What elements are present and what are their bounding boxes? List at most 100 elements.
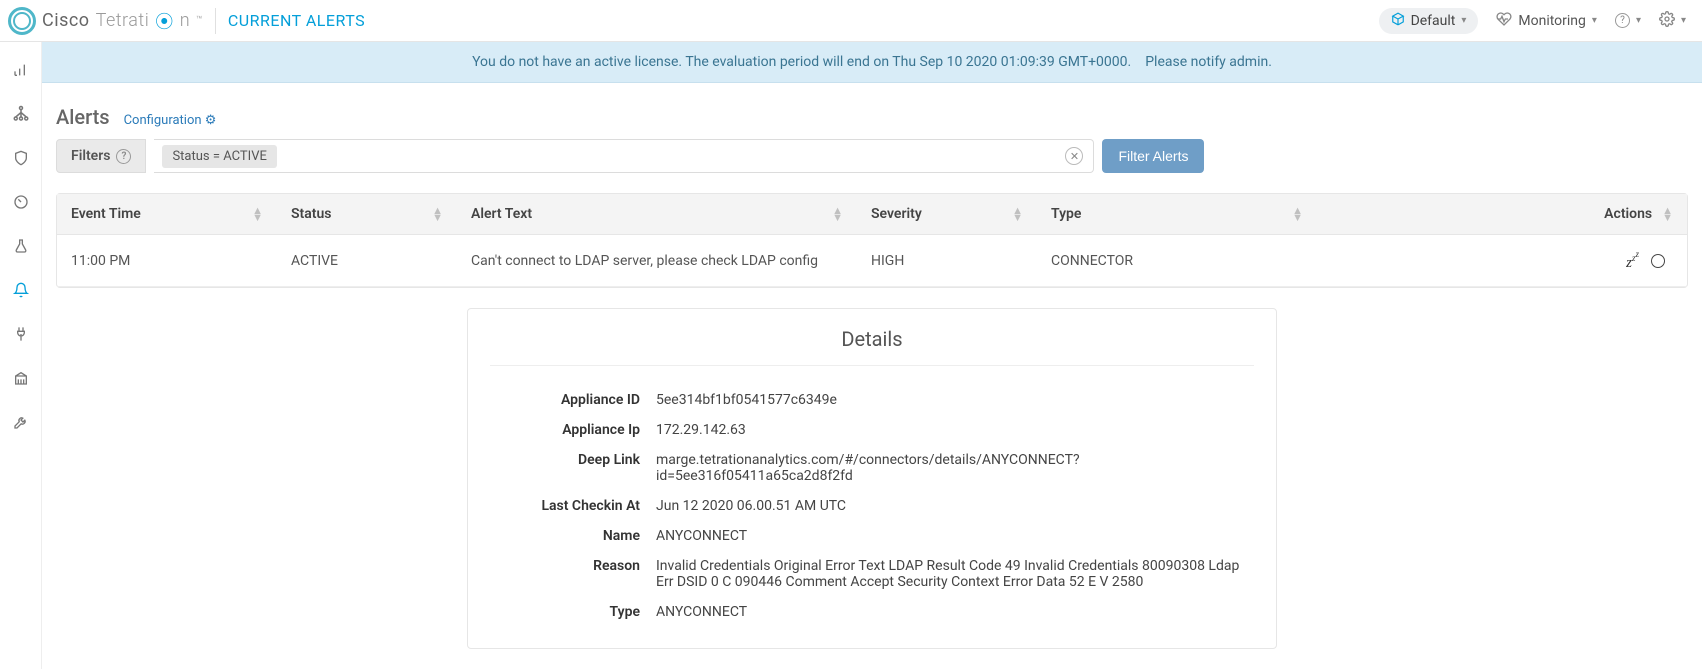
nav-security[interactable] xyxy=(11,148,31,168)
shell: You do not have an active license. The e… xyxy=(0,42,1702,669)
col-label: Event Time xyxy=(71,206,141,222)
lbl-last-checkin: Last Checkin At xyxy=(490,498,640,514)
filter-alerts-button[interactable]: Filter Alerts xyxy=(1102,139,1204,173)
separator xyxy=(215,8,216,34)
brand-text-2: Tetrati xyxy=(96,10,150,31)
brand-logo[interactable]: Cisco Tetrati⦿ n ™ xyxy=(8,7,203,35)
details-title: Details xyxy=(490,327,1254,366)
heartbeat-icon xyxy=(1496,11,1512,31)
cell-severity: HIGH xyxy=(857,239,1037,283)
exclude-icon[interactable] xyxy=(1651,254,1665,268)
cell-event-time: 11:00 PM xyxy=(57,239,277,283)
nav-lab[interactable] xyxy=(11,236,31,256)
content: You do not have an active license. The e… xyxy=(42,42,1702,669)
nav-connectors[interactable] xyxy=(11,324,31,344)
col-severity[interactable]: Severity ▲▼ xyxy=(857,194,1037,234)
sort-icon: ▲▼ xyxy=(832,207,843,221)
sort-icon: ▲▼ xyxy=(1012,207,1023,221)
scope-selector[interactable]: Default ▾ xyxy=(1379,8,1479,34)
col-type[interactable]: Type ▲▼ xyxy=(1037,194,1317,234)
license-notify: Please notify admin. xyxy=(1145,54,1272,70)
table-row[interactable]: 11:00 PM ACTIVE Can't connect to LDAP se… xyxy=(57,235,1687,287)
swirl-icon xyxy=(8,7,36,35)
col-label: Alert Text xyxy=(471,206,532,222)
sort-icon: ▲▼ xyxy=(432,207,443,221)
nav-inventory[interactable] xyxy=(11,368,31,388)
settings-menu[interactable]: ▾ xyxy=(1659,11,1686,31)
nav-dashboard[interactable] xyxy=(11,60,31,80)
col-status[interactable]: Status ▲▼ xyxy=(277,194,457,234)
val-last-checkin: Jun 12 2020 06.00.51 AM UTC xyxy=(656,498,1254,514)
help-icon: ? xyxy=(1615,13,1630,28)
col-label: Status xyxy=(291,206,331,222)
nav-maintenance[interactable] xyxy=(11,412,31,432)
col-label: Actions xyxy=(1604,206,1652,222)
val-appliance-id: 5ee314bf1bf0541577c6349e xyxy=(656,392,1254,408)
col-alert-text[interactable]: Alert Text ▲▼ xyxy=(457,194,857,234)
val-name: ANYCONNECT xyxy=(656,528,1254,544)
lbl-deep-link: Deep Link xyxy=(490,452,640,484)
scope-label: Default xyxy=(1411,13,1456,29)
topbar-left: Cisco Tetrati⦿ n ™ CURRENT ALERTS xyxy=(8,7,365,35)
filters-label: Filters ? xyxy=(56,139,146,173)
license-text: You do not have an active license. The e… xyxy=(472,54,1131,70)
brand-tm: ™ xyxy=(196,15,203,26)
brand-text-1: Cisco xyxy=(42,10,90,31)
sort-icon: ▲▼ xyxy=(252,207,263,221)
caret-down-icon: ▾ xyxy=(1592,15,1597,26)
caret-down-icon: ▾ xyxy=(1461,15,1466,26)
configuration-label: Configuration xyxy=(124,113,202,128)
alerts-table: Event Time ▲▼ Status ▲▼ Alert Text ▲▼ Sever… xyxy=(56,193,1688,288)
col-actions: Actions ▲▼ xyxy=(1317,194,1687,234)
val-reason: Invalid Credentials Original Error Text … xyxy=(656,558,1254,590)
brand-dot-icon: ⦿ xyxy=(155,8,174,34)
filters-row: Filters ? Status = ACTIVE ✕ Filter Alert… xyxy=(42,139,1702,183)
topbar-right: Default ▾ Monitoring ▾ ? ▾ ▾ xyxy=(1379,8,1686,34)
cell-status: ACTIVE xyxy=(277,239,457,283)
monitoring-label: Monitoring xyxy=(1518,13,1586,29)
nav-topology[interactable] xyxy=(11,104,31,124)
val-deep-link: marge.tetrationanalytics.com/#/connector… xyxy=(656,452,1254,484)
val-appliance-ip: 172.29.142.63 xyxy=(656,422,1254,438)
cell-type: CONNECTOR xyxy=(1037,239,1317,283)
gear-small-icon: ⚙ xyxy=(205,113,217,128)
col-label: Type xyxy=(1051,206,1081,222)
alerts-heading: Alerts xyxy=(56,105,110,129)
sidenav xyxy=(0,42,42,669)
filters-text: Filters xyxy=(71,148,110,164)
nav-alerts[interactable] xyxy=(11,280,31,300)
lbl-type: Type xyxy=(490,604,640,620)
help-icon[interactable]: ? xyxy=(116,149,131,164)
val-type: ANYCONNECT xyxy=(656,604,1254,620)
filter-chip-status[interactable]: Status = ACTIVE xyxy=(162,145,276,168)
lbl-reason: Reason xyxy=(490,558,640,590)
topbar: Cisco Tetrati⦿ n ™ CURRENT ALERTS Default ▾… xyxy=(0,0,1702,42)
col-label: Severity xyxy=(871,206,922,222)
caret-down-icon: ▾ xyxy=(1636,15,1641,26)
page-title: CURRENT ALERTS xyxy=(228,11,365,30)
help-menu[interactable]: ? ▾ xyxy=(1615,13,1641,28)
lbl-appliance-id: Appliance ID xyxy=(490,392,640,408)
cube-icon xyxy=(1391,12,1405,30)
configuration-link[interactable]: Configuration ⚙ xyxy=(124,113,217,128)
page-head: Alerts Configuration ⚙ xyxy=(42,83,1702,139)
sort-icon: ▲▼ xyxy=(1292,207,1303,221)
caret-down-icon: ▾ xyxy=(1681,15,1686,26)
license-banner: You do not have an active license. The e… xyxy=(42,42,1702,83)
lbl-appliance-ip: Appliance Ip xyxy=(490,422,640,438)
monitoring-menu[interactable]: Monitoring ▾ xyxy=(1496,11,1597,31)
brand-text-3: n xyxy=(180,10,190,31)
details-list: Appliance ID 5ee314bf1bf0541577c6349e Ap… xyxy=(490,392,1254,620)
sort-icon: ▲▼ xyxy=(1662,207,1673,221)
lbl-name: Name xyxy=(490,528,640,544)
filters-input[interactable]: Status = ACTIVE ✕ xyxy=(154,139,1094,173)
nav-performance[interactable] xyxy=(11,192,31,212)
clear-filter-icon[interactable]: ✕ xyxy=(1065,147,1083,165)
col-event-time[interactable]: Event Time ▲▼ xyxy=(57,194,277,234)
cell-alert-text: Can't connect to LDAP server, please che… xyxy=(457,239,857,283)
cell-actions: zzz xyxy=(1317,235,1687,286)
gear-icon xyxy=(1659,11,1675,31)
details-panel: Details Appliance ID 5ee314bf1bf0541577c… xyxy=(467,308,1277,649)
table-header: Event Time ▲▼ Status ▲▼ Alert Text ▲▼ Sever… xyxy=(57,194,1687,235)
snooze-icon[interactable]: zzz xyxy=(1626,249,1639,272)
